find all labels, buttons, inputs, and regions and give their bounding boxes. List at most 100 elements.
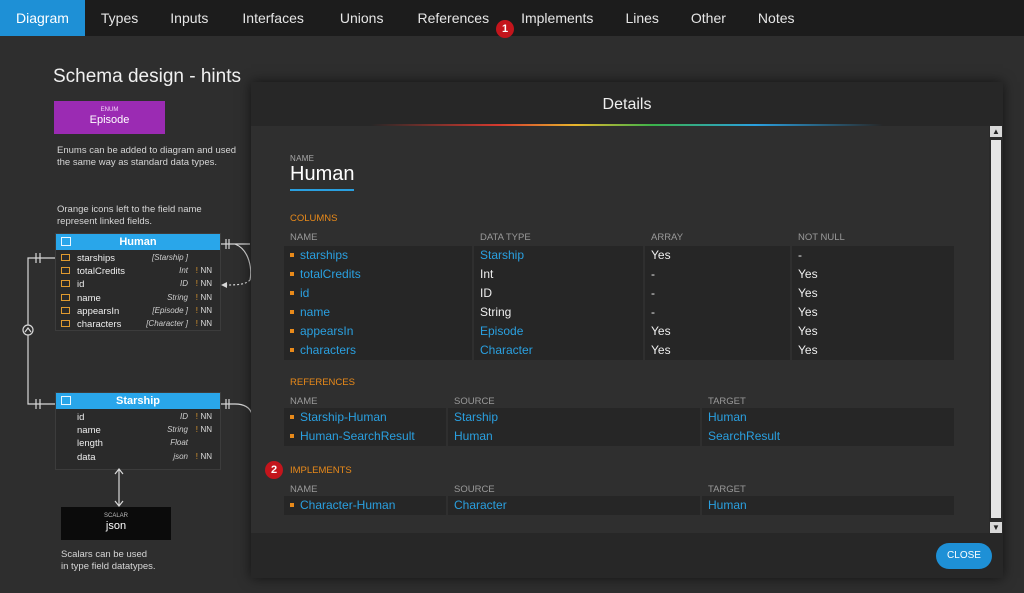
references-header-source: SOURCE bbox=[454, 396, 495, 407]
scroll-up-icon[interactable]: ▲ bbox=[990, 126, 1002, 137]
tab-implements[interactable]: Implements bbox=[505, 0, 609, 36]
table-cell[interactable]: id bbox=[284, 284, 474, 303]
close-button[interactable]: CLOSE bbox=[936, 543, 992, 569]
cell-text: Int bbox=[480, 267, 494, 281]
table-cell[interactable]: SearchResult bbox=[702, 427, 956, 446]
table-row[interactable]: Character-Human Character Human bbox=[284, 496, 956, 515]
table-cell[interactable]: Starship-Human bbox=[284, 408, 448, 427]
table-cell[interactable]: Human bbox=[702, 408, 956, 427]
table-cell: Yes bbox=[792, 322, 956, 341]
implements-header-source: SOURCE bbox=[454, 484, 495, 495]
cell-text: - bbox=[798, 248, 802, 262]
table-cell: ID bbox=[474, 284, 645, 303]
cell-text: - bbox=[651, 305, 655, 319]
table-row[interactable]: characters Character Yes Yes bbox=[284, 341, 956, 360]
columns-table: starships Starship Yes - totalCredits Int - Yes… bbox=[284, 246, 956, 360]
table-cell[interactable]: name bbox=[284, 303, 474, 322]
tab-unions[interactable]: Unions bbox=[322, 0, 402, 36]
cell-text: Human bbox=[708, 410, 747, 424]
columns-header-notnull: NOT NULL bbox=[798, 232, 845, 243]
implements-header-target: TARGET bbox=[708, 484, 746, 495]
table-cell[interactable]: Human bbox=[702, 496, 956, 515]
table-row[interactable]: starships Starship Yes - bbox=[284, 246, 956, 265]
cell-text: Starship bbox=[480, 248, 525, 262]
cell-text: Yes bbox=[651, 324, 671, 338]
table-cell[interactable]: starships bbox=[284, 246, 474, 265]
modal-body[interactable]: NAME Human COLUMNS NAME DATA TYPE ARRAY … bbox=[251, 126, 989, 533]
references-title: REFERENCES bbox=[290, 377, 355, 388]
table-cell: - bbox=[645, 284, 792, 303]
table-cell[interactable]: Human bbox=[448, 427, 702, 446]
table-cell[interactable]: Human-SearchResult bbox=[284, 427, 448, 446]
cell-text: Character bbox=[480, 343, 533, 357]
table-cell: Yes bbox=[792, 303, 956, 322]
table-cell: Yes bbox=[645, 322, 792, 341]
scroll-down-icon[interactable]: ▼ bbox=[990, 522, 1002, 533]
cell-text: Yes bbox=[651, 343, 671, 357]
columns-title: COLUMNS bbox=[290, 213, 338, 224]
cell-text: Starship-Human bbox=[300, 410, 387, 424]
cell-text: Character-Human bbox=[300, 498, 396, 512]
implements-title: IMPLEMENTS bbox=[290, 465, 352, 476]
cell-text: characters bbox=[300, 343, 357, 357]
table-row[interactable]: name String - Yes bbox=[284, 303, 956, 322]
cell-text: name bbox=[300, 305, 331, 319]
cell-text: Human bbox=[708, 498, 747, 512]
cell-text: Human bbox=[454, 429, 493, 443]
cell-text: Yes bbox=[798, 305, 818, 319]
tab-notes[interactable]: Notes bbox=[742, 0, 811, 36]
table-cell[interactable]: Character bbox=[474, 341, 645, 360]
relation-lines bbox=[22, 239, 253, 507]
tab-lines[interactable]: Lines bbox=[609, 0, 674, 36]
cell-text: ID bbox=[480, 286, 492, 300]
step-badge-1: 1 bbox=[496, 20, 514, 38]
cell-text: id bbox=[300, 286, 310, 300]
modal-scrollbar[interactable]: ▲ ▼ bbox=[989, 126, 1003, 533]
table-row[interactable]: Human-SearchResult Human SearchResult bbox=[284, 427, 956, 446]
step-badge-2: 2 bbox=[265, 461, 283, 479]
table-cell: Yes bbox=[645, 246, 792, 265]
scrollbar-thumb[interactable] bbox=[991, 140, 1001, 518]
cell-text: Episode bbox=[480, 324, 524, 338]
cell-text: starships bbox=[300, 248, 349, 262]
table-row[interactable]: totalCredits Int - Yes bbox=[284, 265, 956, 284]
tab-references[interactable]: References bbox=[401, 0, 505, 36]
table-row[interactable]: Starship-Human Starship Human bbox=[284, 408, 956, 427]
table-cell[interactable]: Starship bbox=[448, 408, 702, 427]
entity-title: Human bbox=[290, 163, 355, 191]
columns-header-array: ARRAY bbox=[651, 232, 684, 243]
references-header-target: TARGET bbox=[708, 396, 746, 407]
cell-text: Yes bbox=[798, 343, 818, 357]
table-cell: - bbox=[645, 265, 792, 284]
table-cell[interactable]: Episode bbox=[474, 322, 645, 341]
columns-header-name: NAME bbox=[290, 232, 318, 243]
cell-text: Yes bbox=[798, 286, 818, 300]
implements-header-name: NAME bbox=[290, 484, 318, 495]
table-cell: Yes bbox=[792, 265, 956, 284]
table-cell[interactable]: totalCredits bbox=[284, 265, 474, 284]
table-cell: Int bbox=[474, 265, 645, 284]
table-cell: String bbox=[474, 303, 645, 322]
details-modal: Details NAME Human COLUMNS NAME DATA TYP… bbox=[251, 82, 1003, 578]
table-cell[interactable]: characters bbox=[284, 341, 474, 360]
cell-text: - bbox=[651, 267, 655, 281]
cell-text: Yes bbox=[798, 324, 818, 338]
table-cell: Yes bbox=[792, 284, 956, 303]
table-cell[interactable]: appearsIn bbox=[284, 322, 474, 341]
table-cell[interactable]: Character-Human bbox=[284, 496, 448, 515]
cell-text: SearchResult bbox=[708, 429, 781, 443]
cell-text: Human-SearchResult bbox=[300, 429, 415, 443]
cell-text: totalCredits bbox=[300, 267, 361, 281]
table-cell[interactable]: Starship bbox=[474, 246, 645, 265]
table-row[interactable]: id ID - Yes bbox=[284, 284, 956, 303]
modal-title: Details bbox=[602, 96, 652, 113]
name-label: NAME bbox=[290, 154, 315, 163]
table-cell[interactable]: Character bbox=[448, 496, 702, 515]
cell-text: - bbox=[651, 286, 655, 300]
table-cell: - bbox=[792, 246, 956, 265]
cell-text: Yes bbox=[798, 267, 818, 281]
references-header-name: NAME bbox=[290, 396, 318, 407]
tab-other[interactable]: Other bbox=[675, 0, 742, 36]
references-table: Starship-Human Starship Human Human-SearchR… bbox=[284, 408, 956, 446]
table-row[interactable]: appearsIn Episode Yes Yes bbox=[284, 322, 956, 341]
